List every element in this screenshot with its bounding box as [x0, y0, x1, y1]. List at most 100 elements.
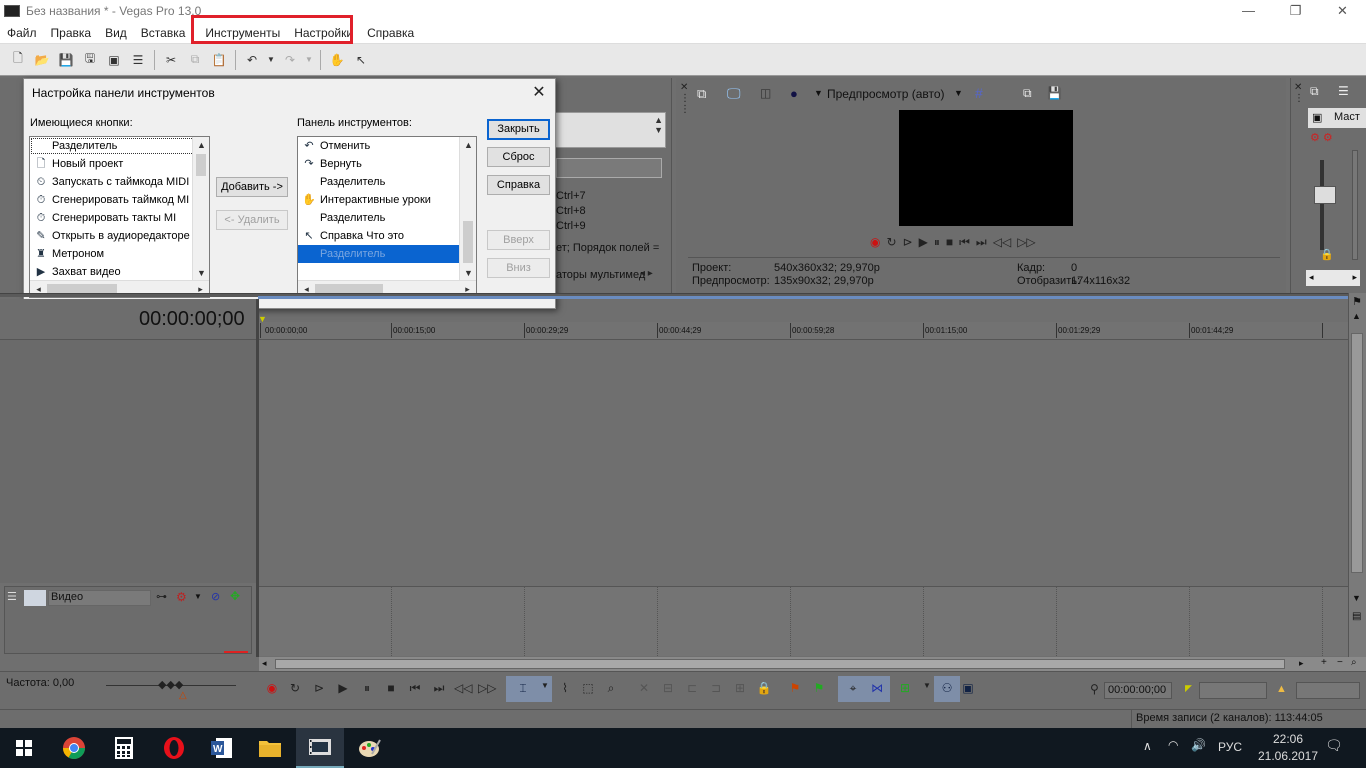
lock-icon[interactable]: 🔒: [1320, 248, 1334, 261]
list-item[interactable]: Разделитель: [298, 209, 476, 227]
stop-icon[interactable]: ■: [382, 681, 400, 695]
paint-icon[interactable]: [346, 728, 394, 768]
preview-mode[interactable]: Предпросмотр (авто): [827, 87, 945, 101]
save-snapshot-icon[interactable]: 💾: [1047, 86, 1062, 100]
panel-dropdown[interactable]: ▲ ▼: [554, 112, 666, 148]
overlays-icon[interactable]: #: [975, 85, 983, 101]
next-frame-icon[interactable]: ▷▷: [1017, 235, 1035, 251]
whats-this-icon[interactable]: ↖: [352, 51, 370, 69]
scroll-up-icon[interactable]: ▲: [460, 137, 476, 154]
go-end-icon[interactable]: ⏭: [976, 235, 987, 251]
list-item[interactable]: ✋ Интерактивные уроки: [298, 191, 476, 209]
paste-icon[interactable]: 📋: [210, 51, 228, 69]
marker-flag-icon[interactable]: ⚑: [1352, 295, 1362, 308]
move-up-button[interactable]: Вверх: [487, 230, 550, 250]
stop-icon[interactable]: ■: [946, 235, 953, 251]
go-start-icon[interactable]: ⏮: [959, 235, 970, 251]
preview-props-icon[interactable]: ⧉: [697, 86, 706, 102]
minimize-button[interactable]: —: [1225, 0, 1272, 22]
properties-icon[interactable]: ☰: [129, 51, 147, 69]
save-icon[interactable]: 💾: [57, 51, 75, 69]
panel-grip[interactable]: ✕ ⋮ ⋮: [680, 82, 690, 115]
notification-icon[interactable]: 🗨: [1325, 737, 1343, 754]
menu-view[interactable]: Вид: [98, 26, 134, 40]
zoom-out-icon[interactable]: −: [1337, 657, 1343, 668]
list-item[interactable]: 🗋 Новый проект: [30, 155, 209, 173]
scroll-up-icon[interactable]: ▲: [1352, 311, 1361, 321]
list-item[interactable]: ⏱ Сгенерировать таймкод MI: [30, 191, 209, 209]
tab-scroll-arrows[interactable]: ◂ ▸: [640, 268, 653, 279]
selection-length-field[interactable]: [1296, 682, 1360, 699]
move-down-button[interactable]: Вниз: [487, 258, 550, 278]
track-motion-icon[interactable]: ⊶: [156, 590, 167, 603]
preview-quality-icon[interactable]: ●: [790, 86, 798, 101]
mixer-menu-icon[interactable]: ☰: [1338, 84, 1349, 98]
record-icon[interactable]: ◉: [263, 681, 281, 695]
selection-start-field[interactable]: [1199, 682, 1267, 699]
restore-button[interactable]: ❐: [1272, 0, 1319, 22]
search-icon[interactable]: ⌕: [1351, 657, 1357, 668]
loop-icon[interactable]: ↻: [886, 235, 896, 251]
chevron-down-icon[interactable]: ▼: [536, 681, 554, 690]
timecode-display[interactable]: 00:00:00;00: [139, 308, 245, 331]
copy-icon[interactable]: ⧉: [186, 51, 204, 69]
scroll-thumb[interactable]: [196, 154, 206, 176]
timeline-vscroll[interactable]: ⚑ ▲ ▼ ▤: [1348, 293, 1366, 657]
list-item[interactable]: Разделитель: [298, 173, 476, 191]
open-icon[interactable]: 📂: [33, 51, 51, 69]
play-icon[interactable]: ▶: [334, 681, 352, 695]
panel-grip[interactable]: ✕ ⋮: [1294, 82, 1304, 104]
scroll-left-icon[interactable]: ◂: [262, 658, 267, 669]
split-view-icon[interactable]: ◫: [760, 86, 771, 100]
gear-icon[interactable]: ⚙ ⚙: [1310, 131, 1333, 144]
next-frame-icon[interactable]: ▷▷: [478, 681, 496, 695]
zoom-in-vertical-icon[interactable]: ▤: [1352, 611, 1361, 622]
prev-frame-icon[interactable]: ◁◁: [993, 235, 1011, 251]
marker-icon[interactable]: ⚑: [786, 681, 804, 695]
envelope-tool-icon[interactable]: ⌇: [556, 681, 574, 695]
list-item[interactable]: Разделитель: [30, 137, 209, 155]
close-window-button[interactable]: ✕: [1319, 0, 1366, 22]
video-track-lane[interactable]: [259, 586, 1348, 656]
menu-edit[interactable]: Правка: [44, 26, 99, 40]
zoom-tool-icon[interactable]: ⌕: [602, 681, 620, 696]
media-generators-tab[interactable]: аторы мультимед: [556, 269, 645, 281]
timeline-empty-area[interactable]: [259, 340, 1348, 583]
pause-icon[interactable]: ⏸: [934, 235, 940, 251]
auto-crossfade-icon[interactable]: ⋈: [868, 681, 886, 695]
play-icon[interactable]: ▶: [919, 235, 928, 251]
region-icon[interactable]: ⚑: [810, 681, 828, 695]
selection-tool-icon[interactable]: ⬚: [579, 681, 597, 695]
mixer-props-icon[interactable]: ⧉: [1310, 84, 1319, 99]
list-item[interactable]: ▶ Захват видео: [30, 263, 209, 281]
panel-input[interactable]: [556, 158, 662, 178]
calculator-icon[interactable]: [100, 728, 148, 768]
available-buttons-list[interactable]: Разделитель 🗋 Новый проект ⏲ Запускать с т…: [29, 136, 210, 298]
mute-icon[interactable]: ⊘: [211, 590, 220, 603]
trim-end-icon[interactable]: ⊐: [707, 681, 725, 695]
windows-start-icon[interactable]: [0, 728, 48, 768]
play-from-start-icon[interactable]: ⊳: [310, 681, 328, 695]
mixer-scrollbar[interactable]: [1352, 150, 1358, 260]
tray-expand-icon[interactable]: ∧: [1143, 739, 1152, 753]
go-start-icon[interactable]: ⏮: [406, 681, 424, 696]
pause-icon[interactable]: ⏸: [358, 681, 376, 696]
vertical-scrollbar[interactable]: ▲ ▼: [459, 137, 476, 282]
master-fader-handle[interactable]: [1314, 186, 1336, 204]
toolbar-buttons-list[interactable]: ↶ Отменить ↷ Вернуть Разделитель ✋ Интеракт…: [297, 136, 477, 298]
list-item[interactable]: ♜ Метроном: [30, 245, 209, 263]
mixer-hscroll[interactable]: ◂ ▸: [1306, 270, 1360, 286]
scroll-thumb[interactable]: [1351, 333, 1363, 573]
list-item[interactable]: ↶ Отменить: [298, 137, 476, 155]
chevron-down-icon[interactable]: ▼: [954, 88, 963, 98]
timeline-hscroll[interactable]: ◂ ▸ + − ⌕: [259, 657, 1366, 671]
loop-icon[interactable]: ↻: [286, 681, 304, 695]
list-item[interactable]: ↷ Вернуть: [298, 155, 476, 173]
redo-icon[interactable]: ↷: [281, 51, 299, 69]
normal-edit-tool-icon[interactable]: ⌶: [514, 681, 532, 696]
dialog-close-icon[interactable]: ✕: [529, 82, 549, 102]
scroll-up-icon[interactable]: ▲: [193, 137, 209, 154]
undo-icon[interactable]: ↶: [243, 51, 261, 69]
menu-insert[interactable]: Вставка: [134, 26, 193, 40]
clock-date[interactable]: 21.06.2017: [1253, 749, 1323, 763]
